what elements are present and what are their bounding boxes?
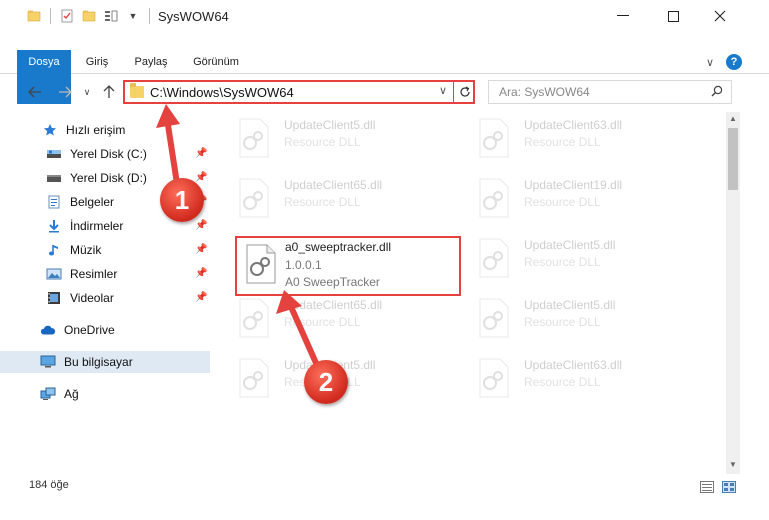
annotation-arrows	[156, 104, 323, 375]
explorer-window: ▼ SysWOW64 Dosya Giriş Paylaş Görünüm ∨ …	[0, 0, 769, 520]
step-2-marker: 2	[304, 360, 348, 404]
step-1-marker: 1	[160, 178, 204, 222]
